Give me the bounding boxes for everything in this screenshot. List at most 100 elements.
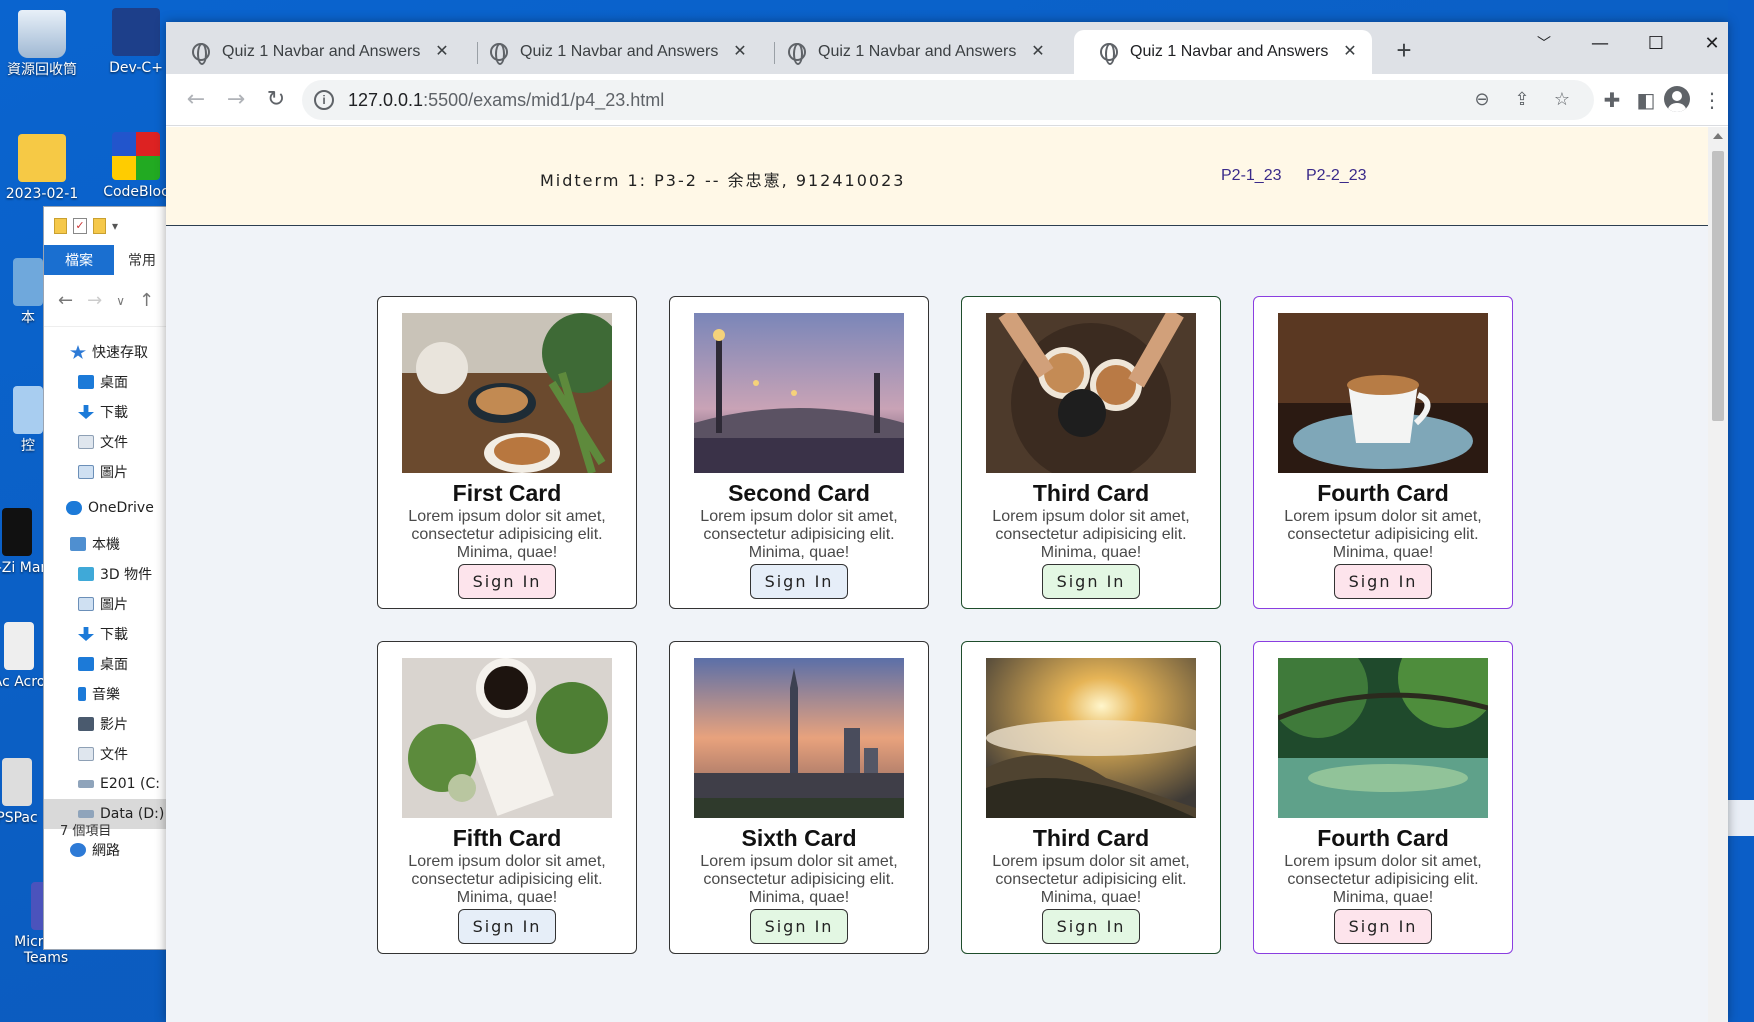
browser-tab[interactable]: Quiz 1 Navbar and Answers ✕: [762, 30, 1060, 74]
cloud-icon: [66, 501, 82, 515]
network-icon: [70, 843, 86, 857]
tree-item-drive-c[interactable]: E201 (C:: [44, 769, 170, 799]
scrollbar-thumb[interactable]: [1712, 151, 1724, 421]
ribbon-tab-home[interactable]: 常用: [114, 245, 156, 275]
back-button[interactable]: ←: [180, 84, 212, 116]
maximize-button[interactable]: ☐: [1628, 26, 1684, 62]
sign-in-button[interactable]: Sign In: [1334, 564, 1432, 599]
menu-icon[interactable]: ⋮: [1698, 86, 1726, 114]
back-arrow-icon[interactable]: ←: [58, 290, 73, 311]
sign-in-button[interactable]: Sign In: [458, 909, 556, 944]
tree-item-desktop[interactable]: 桌面: [44, 649, 170, 679]
tree-item-quick-access[interactable]: 快速存取: [44, 337, 170, 367]
close-tab-icon[interactable]: ✕: [730, 42, 750, 62]
folder-shortcut[interactable]: 2023-02-1: [0, 134, 90, 202]
nav-link-p2-2[interactable]: P2-2_23: [1306, 167, 1367, 185]
tree-item-desktop[interactable]: 桌面: [44, 367, 170, 397]
card: Third Card Lorem ipsum dolor sit amet, c…: [961, 296, 1221, 609]
reload-button[interactable]: ↻: [260, 84, 292, 116]
card: Fifth Card Lorem ipsum dolor sit amet, c…: [377, 641, 637, 954]
forward-arrow-icon[interactable]: →: [87, 290, 102, 311]
quick-access-toolbar: ✓ ▾: [44, 207, 170, 245]
tab-title: Quiz 1 Navbar and Answers: [520, 43, 719, 60]
new-folder-icon[interactable]: [93, 218, 106, 234]
properties-icon[interactable]: ✓: [73, 218, 87, 234]
sign-in-button[interactable]: Sign In: [750, 909, 848, 944]
browser-tab[interactable]: Quiz 1 Navbar and Answers ✕: [464, 30, 762, 74]
sign-in-button[interactable]: Sign In: [750, 564, 848, 599]
recycle-bin-shortcut[interactable]: 資源回收筒: [0, 10, 90, 78]
page-scrollbar[interactable]: [1708, 127, 1728, 1022]
address-bar[interactable]: i 127.0.0.1:5500/exams/mid1/p4_23.html ⊖…: [302, 80, 1594, 120]
card-title: Second Card: [728, 480, 870, 506]
tree-item-pictures[interactable]: 圖片: [44, 457, 170, 487]
tree-item-label: 音樂: [92, 687, 120, 703]
tree-item-this-pc[interactable]: 本機: [44, 529, 170, 559]
up-arrow-icon[interactable]: ↑: [139, 290, 154, 311]
folder-icon: [18, 134, 66, 182]
card-text: Lorem ipsum dolor sit amet, consectetur …: [700, 508, 898, 561]
tab-strip: Quiz 1 Navbar and Answers ✕ Quiz 1 Navba…: [166, 22, 1728, 74]
drive-icon: [78, 780, 94, 788]
url-text[interactable]: 127.0.0.1:5500/exams/mid1/p4_23.html: [348, 90, 664, 111]
drive-icon: [78, 810, 94, 818]
new-tab-button[interactable]: +: [1388, 35, 1420, 67]
card-text: Lorem ipsum dolor sit amet, consectetur …: [1284, 853, 1482, 906]
control-panel-icon: [13, 386, 43, 434]
sign-in-button[interactable]: Sign In: [1042, 564, 1140, 599]
ribbon-tab-file[interactable]: 檔案: [44, 245, 114, 275]
tree-item-label: OneDrive: [88, 500, 154, 516]
document-icon: [78, 435, 94, 449]
close-tab-icon[interactable]: ✕: [432, 42, 452, 62]
recent-dropdown-icon[interactable]: ∨: [116, 294, 125, 308]
site-info-icon[interactable]: i: [314, 90, 334, 110]
card-title: Sixth Card: [741, 825, 857, 851]
tree-item-label: 3D 物件: [100, 567, 153, 583]
page-navbar: Midterm 1: P3-2 -- 余忠憲, 912410023 P2-1_2…: [166, 127, 1725, 226]
tab-search-button[interactable]: ﹀: [1516, 26, 1572, 62]
close-window-button[interactable]: ✕: [1684, 26, 1728, 62]
close-tab-icon[interactable]: ✕: [1340, 42, 1360, 62]
tree-item-label: 下載: [100, 405, 128, 421]
pc-icon: [13, 258, 43, 306]
tree-item-pictures[interactable]: 圖片: [44, 589, 170, 619]
forward-button[interactable]: →: [220, 84, 252, 116]
tree-item-documents[interactable]: 文件: [44, 427, 170, 457]
side-panel-icon[interactable]: ◧: [1632, 86, 1660, 114]
file-explorer-window[interactable]: ✓ ▾ 檔案 常用 ← → ∨ ↑ 快速存取 桌面 下載 文件 圖片 OneDr…: [43, 206, 171, 950]
desktop-icon: [78, 657, 94, 671]
tree-item-network[interactable]: 網路: [44, 835, 170, 865]
tree-item-documents[interactable]: 文件: [44, 739, 170, 769]
qat-dropdown-icon[interactable]: ▾: [112, 219, 118, 233]
sign-in-button[interactable]: Sign In: [458, 564, 556, 599]
tree-item-3d-objects[interactable]: 3D 物件: [44, 559, 170, 589]
browser-tab[interactable]: Quiz 1 Navbar and Answers ✕: [166, 30, 464, 74]
coffee-cheers-photo: [986, 308, 1196, 483]
extensions-icon[interactable]: ✚: [1598, 86, 1626, 114]
devcpp-icon: [112, 8, 160, 56]
mountain-sunrise-photo: [986, 658, 1206, 818]
globe-icon: [490, 43, 508, 65]
browser-tab-active[interactable]: Quiz 1 Navbar and Answers ✕: [1074, 30, 1372, 74]
tree-item-videos[interactable]: 影片: [44, 709, 170, 739]
profile-avatar[interactable]: [1664, 86, 1690, 112]
sign-in-button[interactable]: Sign In: [1334, 909, 1432, 944]
scroll-up-arrow-icon[interactable]: [1713, 133, 1723, 139]
tab-title: Quiz 1 Navbar and Answers: [1130, 43, 1329, 60]
codeblocks-icon: [112, 132, 160, 180]
sign-in-button[interactable]: Sign In: [1042, 909, 1140, 944]
card-text: Lorem ipsum dolor sit amet, consectetur …: [992, 508, 1190, 561]
acrobat-icon: [4, 622, 34, 670]
minimize-button[interactable]: —: [1572, 26, 1628, 62]
tree-item-downloads[interactable]: 下載: [44, 619, 170, 649]
card: First Card Lorem ipsum dolor sit amet, c…: [377, 296, 637, 609]
tree-item-music[interactable]: 音樂: [44, 679, 170, 709]
nav-link-p2-1[interactable]: P2-1_23: [1221, 167, 1282, 185]
tree-item-onedrive[interactable]: OneDrive: [44, 493, 170, 523]
zoom-icon[interactable]: ⊖: [1468, 86, 1496, 114]
share-icon[interactable]: ⇪: [1508, 86, 1536, 114]
bookmark-star-icon[interactable]: ☆: [1548, 86, 1576, 114]
close-tab-icon[interactable]: ✕: [1028, 42, 1048, 62]
background-window-edge: [1728, 0, 1754, 1022]
tree-item-downloads[interactable]: 下載: [44, 397, 170, 427]
